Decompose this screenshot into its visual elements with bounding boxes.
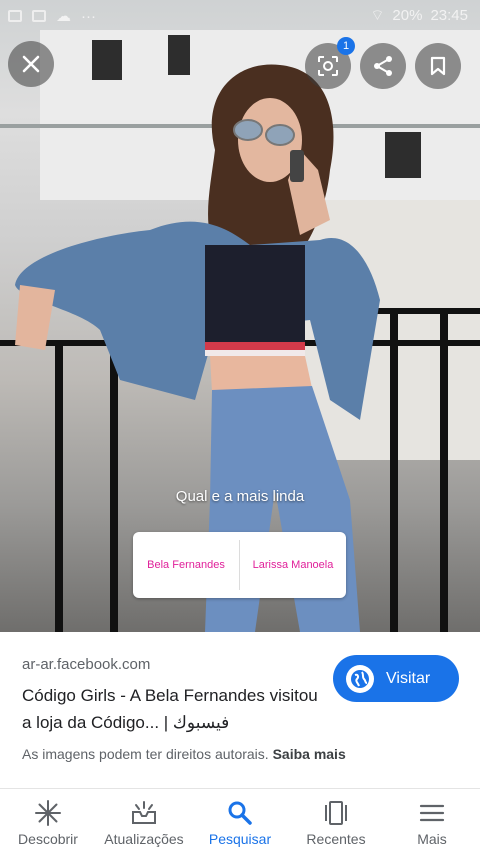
tabs-icon xyxy=(322,799,350,827)
nav-label: Mais xyxy=(417,831,447,847)
result-title[interactable]: Código Girls - A Bela Fernandes visitou … xyxy=(22,682,322,736)
clock: 23:45 xyxy=(430,7,468,24)
nav-discover[interactable]: Descobrir xyxy=(0,789,96,853)
poll-widget: Bela Fernandes Larissa Manoela xyxy=(133,532,346,598)
image-caption: Qual e a mais linda xyxy=(175,488,305,505)
visit-button[interactable]: Visitar xyxy=(333,655,459,702)
nav-more[interactable]: Mais xyxy=(384,789,480,853)
nav-label: Pesquisar xyxy=(208,831,272,847)
asterisk-icon xyxy=(34,799,62,827)
visit-label: Visitar xyxy=(386,669,431,687)
copyright-notice: As imagens podem ter direitos autorais. … xyxy=(22,746,346,762)
poll-option-larissa[interactable]: Larissa Manoela xyxy=(240,532,346,598)
message-icon xyxy=(32,10,46,22)
nav-label: Recentes xyxy=(306,831,366,847)
inbox-icon xyxy=(130,799,158,827)
nav-recent[interactable]: Recentes xyxy=(288,789,384,853)
cloud-icon: ☁ xyxy=(56,8,71,25)
battery-level: 20% xyxy=(392,7,423,24)
nav-label: Descobrir xyxy=(18,831,78,847)
search-result-image[interactable]: Qual e a mais linda Bela Fernandes Laris… xyxy=(0,0,480,632)
learn-more-link[interactable]: Saiba mais xyxy=(273,746,346,762)
more-notifications-icon: ··· xyxy=(81,7,96,25)
gallery-icon xyxy=(8,10,22,22)
close-icon xyxy=(22,55,40,73)
globe-icon xyxy=(346,664,374,693)
menu-icon xyxy=(418,799,446,827)
source-domain[interactable]: ar-ar.facebook.com xyxy=(22,656,150,673)
copyright-text: As imagens podem ter direitos autorais. xyxy=(22,746,269,762)
poll-option-bela[interactable]: Bela Fernandes xyxy=(133,532,239,598)
wifi-icon: ⌔ xyxy=(370,7,385,24)
status-bar: ☁ ··· ⌔ 20% 23:45 xyxy=(0,0,480,32)
bookmark-icon xyxy=(430,56,446,76)
nav-label: Atualizações xyxy=(104,831,184,847)
lens-button[interactable]: 1 xyxy=(305,37,355,89)
share-icon xyxy=(374,56,392,76)
nav-search[interactable]: Pesquisar xyxy=(192,789,288,853)
notification-badge: 1 xyxy=(337,37,355,55)
close-button[interactable] xyxy=(8,41,54,87)
save-button[interactable] xyxy=(415,43,461,89)
lens-icon xyxy=(318,56,338,76)
bottom-navigation: Descobrir Atualizações Pesquisar Recente… xyxy=(0,788,480,853)
share-button[interactable] xyxy=(360,43,406,89)
nav-updates[interactable]: Atualizações xyxy=(96,789,192,853)
search-icon xyxy=(226,799,254,827)
